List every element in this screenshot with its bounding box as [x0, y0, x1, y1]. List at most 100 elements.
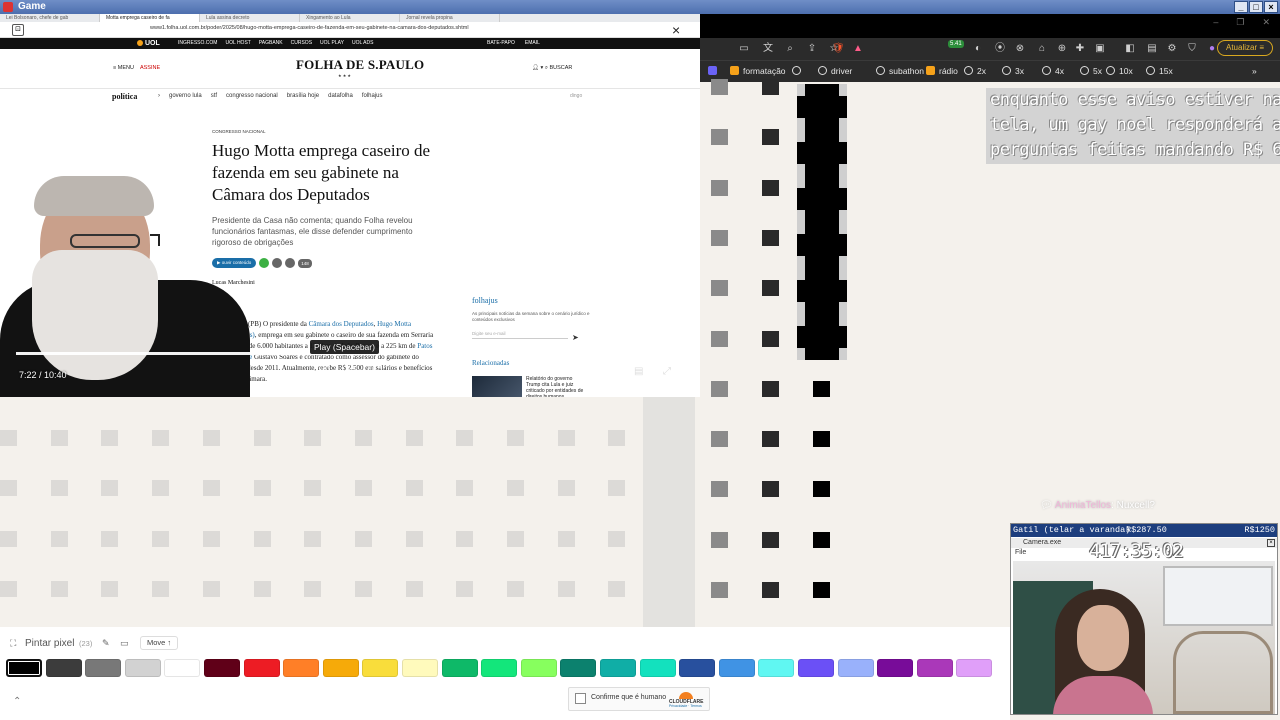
- puzzle-icon[interactable]: ✚: [1074, 43, 1086, 55]
- browser-tab[interactable]: Lei Bolsonaro, chefe de gab: [0, 14, 100, 22]
- move-button[interactable]: Move ↑: [140, 636, 179, 650]
- color-swatch[interactable]: [798, 659, 834, 677]
- site-info-icon[interactable]: ⊡: [12, 24, 24, 36]
- color-swatch[interactable]: [877, 659, 914, 677]
- right-close-button[interactable]: ✕: [1262, 17, 1270, 28]
- uol-link[interactable]: INGRESSO.COM: [178, 38, 217, 49]
- newsletter-title[interactable]: folhajus: [472, 296, 592, 305]
- extension-icon-5[interactable]: ⊕: [1056, 43, 1068, 55]
- color-swatch[interactable]: [6, 659, 42, 677]
- bookmark-item[interactable]: driver: [818, 66, 852, 76]
- update-button[interactable]: Atualizar ≡: [1217, 40, 1273, 56]
- camera-close-icon[interactable]: ×: [1267, 539, 1275, 547]
- body-link-camara[interactable]: Câmara dos Deputados: [309, 320, 374, 328]
- captcha-checkbox[interactable]: [575, 693, 586, 704]
- copy-link-icon[interactable]: [285, 258, 296, 268]
- shield-icon[interactable]: ⛉: [1186, 43, 1198, 55]
- color-swatch[interactable]: [283, 659, 320, 677]
- uol-link[interactable]: UOL PLAY: [320, 38, 344, 49]
- uol-link[interactable]: UOL HOST: [225, 38, 250, 49]
- close-button[interactable]: ×: [1264, 1, 1278, 13]
- bookmark-item[interactable]: subathon: [876, 66, 924, 76]
- color-swatch[interactable]: [560, 659, 597, 677]
- extension-icon-6[interactable]: ▣: [1094, 43, 1106, 55]
- brave-shield-icon[interactable]: 🛡︎: [832, 43, 845, 55]
- captions-icon[interactable]: ▤: [634, 366, 643, 377]
- fullscreen-icon[interactable]: ⤢: [663, 366, 671, 377]
- close-icon[interactable]: ×: [672, 22, 680, 38]
- color-swatch[interactable]: [600, 659, 636, 677]
- extension-icon-2[interactable]: ⦿: [994, 43, 1006, 55]
- uol-logo[interactable]: UOL: [137, 38, 160, 49]
- nav-item[interactable]: stf: [211, 93, 217, 99]
- bookmark-item[interactable]: 15x: [1146, 66, 1173, 76]
- volume-slider[interactable]: [565, 369, 605, 375]
- bookmark-item[interactable]: 3x: [1002, 66, 1024, 76]
- email-input[interactable]: Digite seu e-mail: [472, 329, 568, 339]
- color-swatch[interactable]: [243, 659, 280, 677]
- extension-icon-4[interactable]: ⌂: [1036, 43, 1048, 55]
- sidebar-icon[interactable]: ◧: [1124, 43, 1136, 55]
- nav-item[interactable]: folhajus: [362, 93, 383, 99]
- color-swatch[interactable]: [520, 659, 557, 677]
- uol-right-link[interactable]: BATE-PAPO: [487, 38, 515, 49]
- color-swatch[interactable]: [362, 659, 399, 677]
- share-icon[interactable]: ⇪: [806, 43, 818, 55]
- nav-item[interactable]: datafolha: [328, 93, 353, 99]
- color-swatch[interactable]: [322, 659, 359, 677]
- bookmark-item[interactable]: 10x: [1106, 66, 1133, 76]
- nav-item[interactable]: brasília hoje: [287, 93, 319, 99]
- nav-item[interactable]: governo lula: [169, 93, 202, 99]
- cast-icon[interactable]: ▭: [738, 43, 750, 55]
- expand-palette-icon[interactable]: ⌃: [13, 696, 21, 707]
- color-swatch[interactable]: [45, 659, 82, 677]
- maximize-button[interactable]: □: [1249, 1, 1263, 13]
- pencil-icon[interactable]: ✎: [102, 638, 110, 649]
- browser-tab[interactable]: Jornal revela propina: [400, 14, 500, 22]
- color-swatch[interactable]: [204, 659, 240, 677]
- camera-file-menu[interactable]: File: [1015, 549, 1026, 556]
- minimize-button[interactable]: _: [1234, 1, 1248, 13]
- menu-button[interactable]: ≡ MENU ASSINE: [113, 65, 160, 71]
- user-icon[interactable]: 👤︎ ▾: [532, 65, 545, 71]
- search-button[interactable]: 👤︎ ▾ ⌕ BUSCAR: [532, 65, 572, 72]
- extension-icon-3[interactable]: ⊗: [1014, 43, 1026, 55]
- bookmark-item[interactable]: rádio: [926, 66, 958, 76]
- color-swatch[interactable]: [85, 659, 122, 677]
- color-swatch[interactable]: [758, 659, 795, 677]
- play-icon[interactable]: ▶: [342, 364, 356, 378]
- right-restore-button[interactable]: ❐: [1236, 17, 1244, 28]
- whatsapp-icon[interactable]: [259, 258, 270, 268]
- more-bookmarks-icon[interactable]: »: [1252, 66, 1257, 76]
- send-icon[interactable]: ➤: [572, 333, 579, 342]
- color-swatch[interactable]: [639, 659, 676, 677]
- extension-icon-1[interactable]: ◐: [972, 43, 984, 55]
- comments-count[interactable]: 148: [298, 258, 312, 268]
- translate-icon[interactable]: 文: [762, 43, 774, 55]
- uol-link[interactable]: UOL ADS: [352, 38, 374, 49]
- expand-icon[interactable]: ⛶: [10, 638, 16, 649]
- browser-tab[interactable]: Xingamento ao Lula: [300, 14, 400, 22]
- bookmark-item[interactable]: 4x: [1042, 66, 1064, 76]
- forward-icon[interactable]: ↻: [368, 364, 382, 378]
- section-title[interactable]: política: [112, 92, 137, 101]
- bookmark-item[interactable]: 2x: [964, 66, 986, 76]
- color-swatch[interactable]: [956, 659, 993, 677]
- nav-item[interactable]: congresso nacional: [226, 93, 278, 99]
- uol-link[interactable]: PAGBANK: [259, 38, 283, 49]
- color-swatch[interactable]: [164, 659, 201, 677]
- color-swatch[interactable]: [718, 659, 755, 677]
- color-swatch[interactable]: [837, 659, 874, 677]
- color-swatch[interactable]: [124, 659, 161, 677]
- vpn-icon[interactable]: ⚙: [1166, 43, 1178, 55]
- bookmark-item[interactable]: [792, 66, 805, 76]
- browser-tab[interactable]: Motta emprega caseiro de fa: [100, 14, 200, 22]
- uol-right-link[interactable]: EMAIL: [525, 38, 540, 49]
- brave-rewards-icon[interactable]: ▲: [852, 43, 864, 55]
- bookmark-apps-icon[interactable]: [708, 66, 721, 76]
- eraser-icon[interactable]: ▭: [120, 638, 129, 649]
- share-icon[interactable]: [272, 258, 283, 268]
- color-swatch[interactable]: [441, 659, 478, 677]
- folha-logo[interactable]: FOLHA DE S.PAULO: [296, 57, 424, 73]
- right-minimize-button[interactable]: –: [1213, 17, 1218, 28]
